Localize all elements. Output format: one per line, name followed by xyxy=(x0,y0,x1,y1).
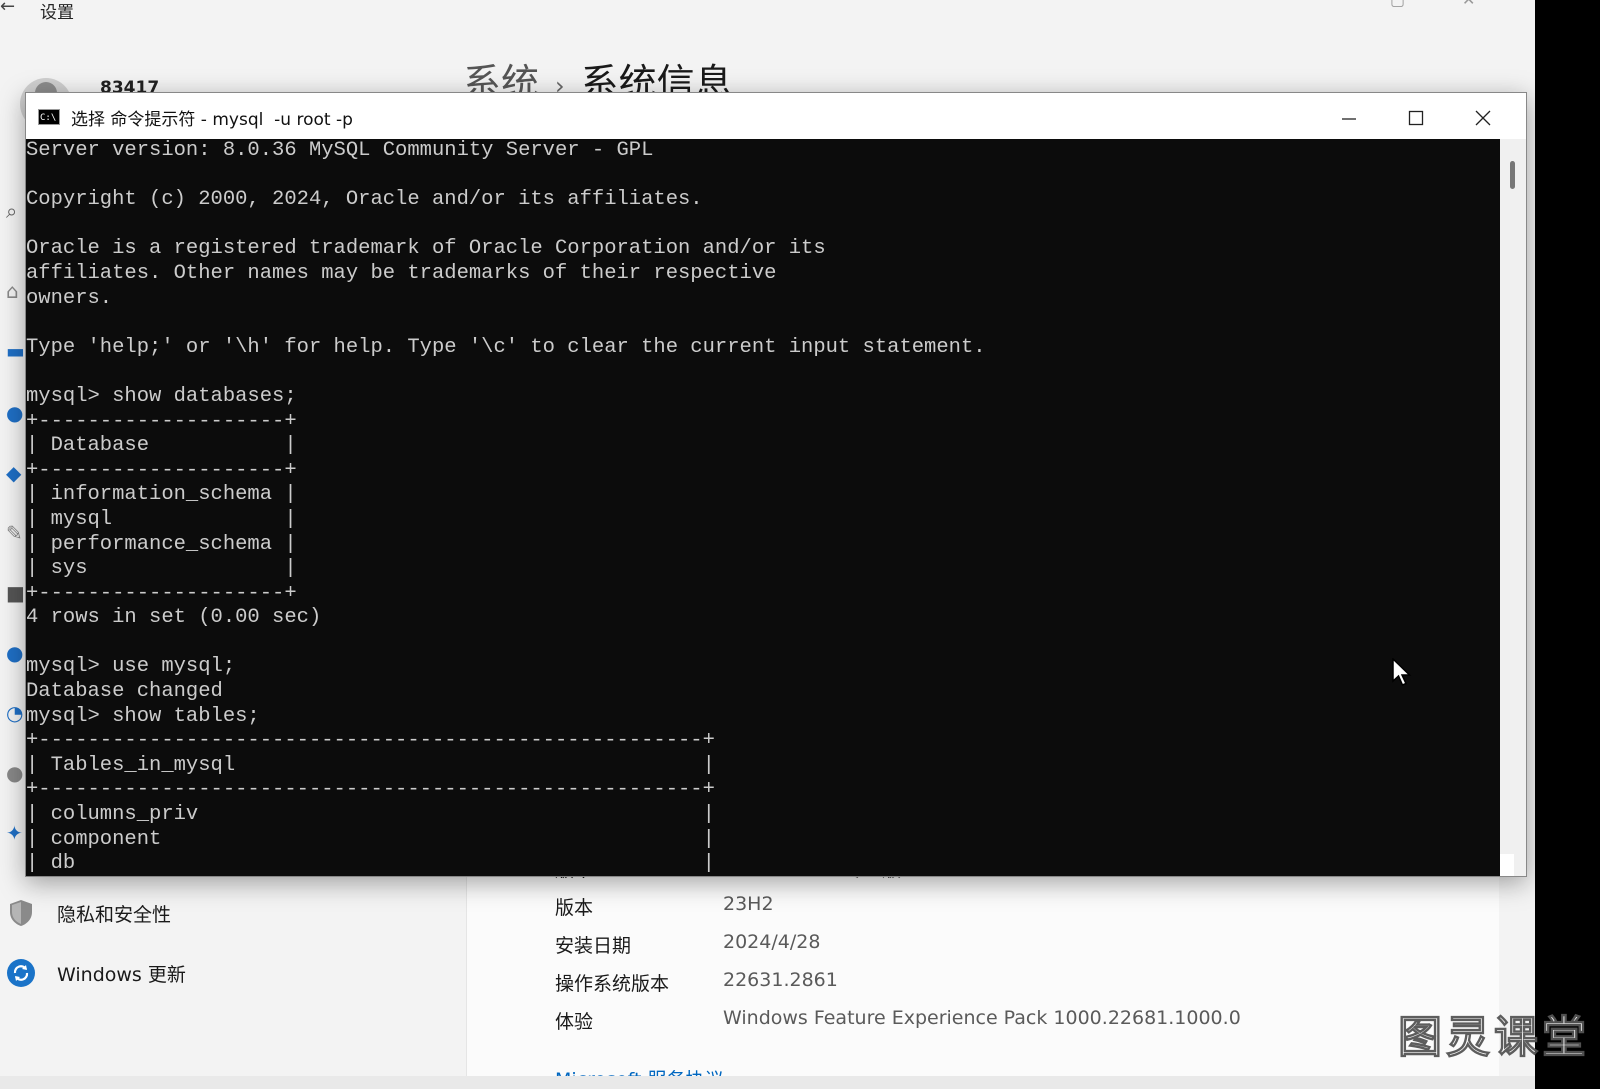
terminal-line: affiliates. Other names may be trademark… xyxy=(26,261,777,285)
spec-row-experience: 体验 Windows Feature Experience Pack 1000.… xyxy=(555,1007,1455,1037)
terminal-line: | mysql | xyxy=(26,507,297,531)
cmd-app-icon: C:\ xyxy=(38,109,60,125)
network-icon[interactable]: ◆ xyxy=(6,462,21,484)
terminal-line: +---------------------------------------… xyxy=(26,778,715,802)
terminal-line: +--------------------+ xyxy=(26,581,297,605)
maximize-button[interactable] xyxy=(1383,93,1449,139)
maximize-icon[interactable]: ▢ xyxy=(1390,0,1405,9)
spec-value: Windows Feature Experience Pack 1000.226… xyxy=(723,1007,1241,1029)
close-button[interactable] xyxy=(1450,93,1516,139)
terminal-line: owners. xyxy=(26,286,113,310)
terminal-line: | information_schema | xyxy=(26,483,297,507)
windows-update-icon xyxy=(6,958,36,988)
spec-label: 版本 xyxy=(555,897,594,919)
terminal-line: mysql> show databases; xyxy=(26,384,297,408)
bluetooth-icon[interactable]: ● xyxy=(6,402,23,424)
terminal-line: Database changed xyxy=(26,680,223,704)
spec-value: 23H2 xyxy=(723,893,774,915)
maximize-icon xyxy=(1408,110,1424,125)
sidebar-item-windows-update[interactable]: Windows 更新 xyxy=(0,948,460,996)
terminal-line: +--------------------+ xyxy=(26,458,297,482)
settings-bottom-edge xyxy=(0,1076,1535,1089)
spec-label: 体验 xyxy=(555,1011,594,1033)
spec-value: 2024/4/28 xyxy=(723,931,821,953)
accessibility-icon[interactable]: ✦ xyxy=(6,822,23,844)
sidebar-item-privacy[interactable]: 隐私和安全性 xyxy=(0,888,460,936)
terminal-output[interactable]: Server version: 8.0.36 MySQL Community S… xyxy=(26,139,1500,876)
spec-label: 操作系统版本 xyxy=(555,973,670,995)
gaming-icon[interactable]: ● xyxy=(6,762,23,784)
terminal-line: | sys | xyxy=(26,557,297,581)
spec-label: 安装日期 xyxy=(555,935,632,957)
spec-row-install-date: 安装日期 2024/4/28 xyxy=(555,931,1455,961)
terminal-line: Type 'help;' or '\h' for help. Type '\c'… xyxy=(26,335,986,359)
personalization-icon[interactable]: ✎ xyxy=(6,522,23,544)
terminal-line: 4 rows in set (0.00 sec) xyxy=(26,606,322,630)
sidebar-item-label: Windows 更新 xyxy=(57,964,186,986)
shield-icon xyxy=(6,898,36,928)
back-arrow-icon[interactable]: ← xyxy=(0,0,15,17)
cmd-window-title: 选择 命令提示符 - mysql -u root -p xyxy=(71,110,353,130)
spec-row-os-build: 操作系统版本 22631.2861 xyxy=(555,969,1455,999)
spec-value: 22631.2861 xyxy=(723,969,838,991)
nav-icon-strip: ⌕ ⌂ ▬ ● ◆ ✎ ■ ● ◔ ● ✦ xyxy=(0,140,28,870)
terminal-line: mysql> use mysql; xyxy=(26,655,236,679)
terminal-line: | db | xyxy=(26,852,715,876)
spec-row-version: 版本 23H2 xyxy=(555,893,1455,923)
terminal-line: Server version: 8.0.36 MySQL Community S… xyxy=(26,139,654,162)
terminal-line: +--------------------+ xyxy=(26,409,297,433)
sidebar-item-label: 隐私和安全性 xyxy=(57,904,172,926)
cmd-titlebar[interactable]: C:\ 选择 命令提示符 - mysql -u root -p xyxy=(26,93,1526,139)
cmd-window[interactable]: C:\ 选择 命令提示符 - mysql -u root -p Server v… xyxy=(25,92,1527,877)
terminal-line: Copyright (c) 2000, 2024, Oracle and/or … xyxy=(26,188,703,212)
terminal-line: | performance_schema | xyxy=(26,532,297,556)
time-language-icon[interactable]: ◔ xyxy=(6,702,23,724)
terminal-line: | component | xyxy=(26,827,715,851)
settings-titlebar: ← 设置 ▢ ✕ xyxy=(0,0,1535,30)
watermark-logo: 图灵课堂 xyxy=(1398,1012,1590,1064)
terminal-line: Oracle is a registered trademark of Orac… xyxy=(26,237,826,261)
terminal-line: mysql> show tables; xyxy=(26,704,260,728)
settings-title: 设置 xyxy=(40,3,74,23)
home-icon[interactable]: ⌂ xyxy=(6,280,19,302)
terminal-line: | columns_priv | xyxy=(26,803,715,827)
scrollbar-corner xyxy=(1500,854,1514,876)
close-icon[interactable]: ✕ xyxy=(1462,0,1475,9)
terminal-line: | Tables_in_mysql | xyxy=(26,753,715,777)
terminal-line: | Database | xyxy=(26,434,297,458)
vertical-scrollbar[interactable] xyxy=(1500,139,1526,876)
close-icon xyxy=(1475,110,1491,125)
minimize-button[interactable] xyxy=(1316,93,1382,139)
accounts-icon[interactable]: ● xyxy=(6,642,23,664)
terminal-line: +---------------------------------------… xyxy=(26,729,715,753)
system-icon[interactable]: ▬ xyxy=(6,340,25,362)
scrollbar-thumb[interactable] xyxy=(1510,161,1515,189)
minimize-icon xyxy=(1342,117,1356,120)
terminal-text[interactable]: Server version: 8.0.36 MySQL Community S… xyxy=(26,139,986,876)
apps-icon[interactable]: ■ xyxy=(6,582,25,604)
search-icon[interactable]: ⌕ xyxy=(6,200,17,222)
